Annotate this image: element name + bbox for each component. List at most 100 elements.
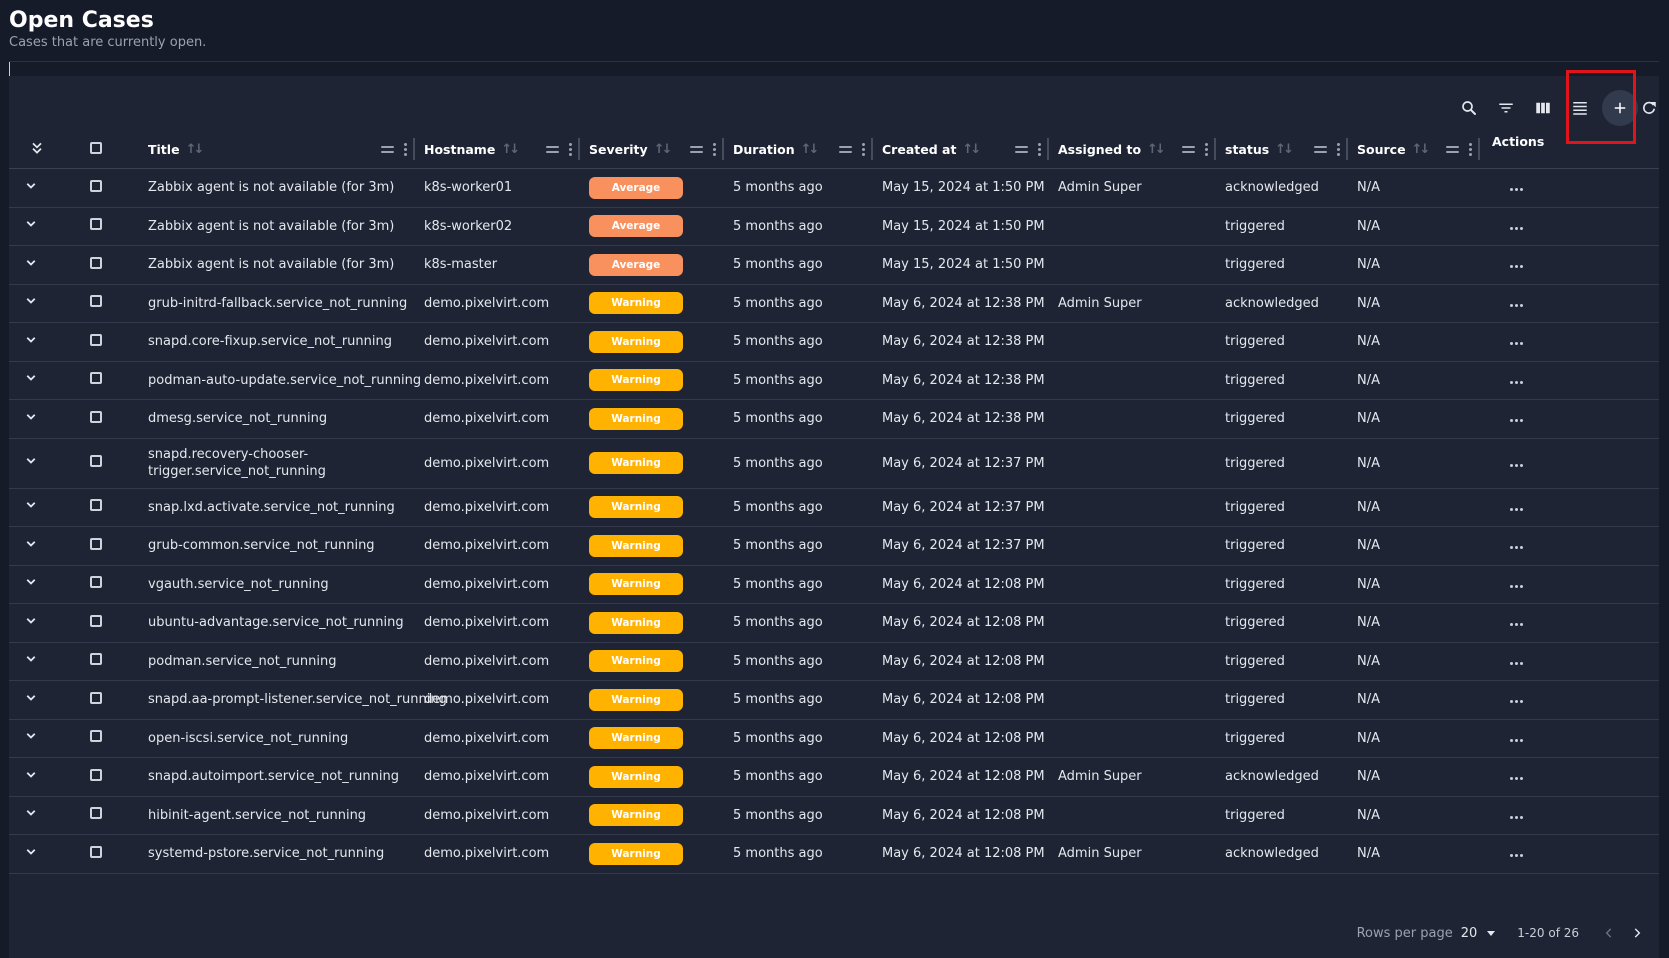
more-actions-icon[interactable] — [1510, 265, 1523, 269]
column-menu-icon[interactable] — [404, 142, 407, 156]
row-select-cell[interactable] — [53, 488, 139, 527]
filter-button[interactable] — [1488, 90, 1524, 126]
cell-title[interactable]: snapd.recovery-chooser-trigger.service_n… — [139, 438, 415, 489]
cell-title[interactable]: ubuntu-advantage.service_not_running — [139, 603, 415, 643]
row-select-cell[interactable] — [53, 796, 139, 835]
more-actions-icon[interactable] — [1510, 419, 1523, 423]
cell-title[interactable]: grub-initrd-fallback.service_not_running — [139, 284, 415, 323]
more-actions-icon[interactable] — [1510, 303, 1523, 307]
drag-handle-icon[interactable] — [1015, 145, 1028, 153]
row-checkbox[interactable] — [90, 807, 102, 820]
sort-icon[interactable]: ↑↓ — [501, 142, 520, 157]
row-select-cell[interactable] — [53, 603, 139, 643]
more-actions-icon[interactable] — [1510, 226, 1523, 230]
cell-title[interactable]: vgauth.service_not_running — [139, 565, 415, 604]
more-actions-icon[interactable] — [1510, 661, 1523, 665]
search-button[interactable] — [1451, 90, 1487, 126]
row-select-cell[interactable] — [53, 361, 139, 400]
table-row[interactable]: open-iscsi.service_not_running demo.pixel… — [9, 719, 1659, 758]
select-all-checkbox[interactable] — [90, 141, 102, 154]
add-case-button[interactable] — [1602, 90, 1638, 126]
expand-row-button[interactable] — [9, 488, 53, 527]
cell-title[interactable]: open-iscsi.service_not_running — [139, 719, 415, 758]
row-checkbox[interactable] — [90, 691, 102, 704]
cell-title[interactable]: grub-common.service_not_running — [139, 526, 415, 566]
row-checkbox[interactable] — [90, 576, 102, 589]
column-header-title[interactable]: Title ↑↓ — [139, 130, 415, 169]
row-checkbox[interactable] — [90, 499, 102, 512]
column-menu-icon[interactable] — [862, 142, 865, 156]
row-select-cell[interactable] — [53, 719, 139, 758]
cell-title[interactable]: Zabbix agent is not available (for 3m) — [139, 168, 415, 208]
more-actions-icon[interactable] — [1510, 777, 1523, 781]
row-select-cell[interactable] — [53, 438, 139, 489]
drag-handle-icon[interactable] — [690, 145, 703, 153]
expand-row-button[interactable] — [9, 719, 53, 758]
table-row[interactable]: systemd-pstore.service_not_running demo.p… — [9, 834, 1659, 874]
cell-title[interactable]: Zabbix agent is not available (for 3m) — [139, 245, 415, 285]
expand-row-button[interactable] — [9, 361, 53, 400]
table-row[interactable]: dmesg.service_not_running demo.pixelvirt.… — [9, 399, 1659, 439]
row-select-cell[interactable] — [53, 399, 139, 439]
row-select-cell[interactable] — [53, 834, 139, 874]
table-row[interactable]: Zabbix agent is not available (for 3m) k8… — [9, 207, 1659, 246]
expand-all-header[interactable] — [9, 130, 53, 169]
more-actions-icon[interactable] — [1510, 700, 1523, 704]
cell-title[interactable]: snapd.aa-prompt-listener.service_not_run… — [139, 680, 447, 720]
column-header-created-at[interactable]: Created at ↑↓ — [873, 130, 1049, 169]
expand-row-button[interactable] — [9, 680, 53, 720]
table-row[interactable]: grub-initrd-fallback.service_not_running… — [9, 284, 1659, 323]
row-select-cell[interactable] — [53, 322, 139, 362]
row-select-cell[interactable] — [53, 642, 139, 681]
expand-row-button[interactable] — [9, 322, 53, 362]
expand-row-button[interactable] — [9, 603, 53, 643]
column-menu-icon[interactable] — [569, 142, 572, 156]
row-checkbox[interactable] — [90, 218, 102, 231]
column-header-duration[interactable]: Duration ↑↓ — [724, 130, 873, 169]
drag-handle-icon[interactable] — [381, 145, 394, 153]
table-row[interactable]: podman-auto-update.service_not_running de… — [9, 361, 1659, 400]
expand-row-button[interactable] — [9, 526, 53, 566]
refresh-button[interactable] — [1639, 90, 1659, 126]
row-checkbox[interactable] — [90, 653, 102, 666]
column-header-status[interactable]: status ↑↓ — [1216, 130, 1348, 169]
column-menu-icon[interactable] — [1469, 142, 1472, 156]
expand-row-button[interactable] — [9, 168, 53, 208]
column-header-source[interactable]: Source ↑↓ — [1348, 130, 1480, 169]
row-checkbox[interactable] — [90, 410, 102, 423]
row-select-cell[interactable] — [53, 565, 139, 604]
columns-button[interactable] — [1525, 90, 1561, 126]
cell-title[interactable]: snapd.core-fixup.service_not_running — [139, 322, 415, 362]
sort-icon[interactable]: ↑↓ — [1147, 142, 1166, 157]
table-row[interactable]: hibinit-agent.service_not_running demo.pi… — [9, 796, 1659, 835]
more-actions-icon[interactable] — [1510, 342, 1523, 346]
expand-row-button[interactable] — [9, 757, 53, 797]
row-select-cell[interactable] — [53, 526, 139, 566]
row-checkbox[interactable] — [90, 256, 102, 269]
sort-icon[interactable]: ↑↓ — [1412, 142, 1431, 157]
cell-title[interactable]: snapd.autoimport.service_not_running — [139, 757, 415, 797]
more-actions-icon[interactable] — [1510, 380, 1523, 384]
select-all-header[interactable] — [53, 130, 139, 169]
column-header-severity[interactable]: Severity ↑↓ — [580, 130, 724, 169]
more-actions-icon[interactable] — [1510, 815, 1523, 819]
cell-title[interactable]: podman.service_not_running — [139, 642, 415, 681]
drag-handle-icon[interactable] — [546, 145, 559, 153]
row-checkbox[interactable] — [90, 179, 102, 192]
table-row[interactable]: snapd.core-fixup.service_not_running demo… — [9, 322, 1659, 362]
expand-row-button[interactable] — [9, 438, 53, 489]
row-checkbox[interactable] — [90, 537, 102, 550]
column-menu-icon[interactable] — [1038, 142, 1041, 156]
more-actions-icon[interactable] — [1510, 546, 1523, 550]
rows-per-page-select[interactable]: 20 — [1461, 926, 1496, 941]
more-actions-icon[interactable] — [1510, 738, 1523, 742]
expand-row-button[interactable] — [9, 207, 53, 246]
table-row[interactable]: Zabbix agent is not available (for 3m) k8… — [9, 168, 1659, 208]
expand-row-button[interactable] — [9, 834, 53, 874]
column-menu-icon[interactable] — [1337, 142, 1340, 156]
more-actions-icon[interactable] — [1510, 188, 1523, 192]
row-select-cell[interactable] — [53, 680, 139, 720]
cell-title[interactable]: hibinit-agent.service_not_running — [139, 796, 415, 835]
density-button[interactable] — [1562, 90, 1598, 126]
cell-title[interactable]: dmesg.service_not_running — [139, 399, 415, 439]
